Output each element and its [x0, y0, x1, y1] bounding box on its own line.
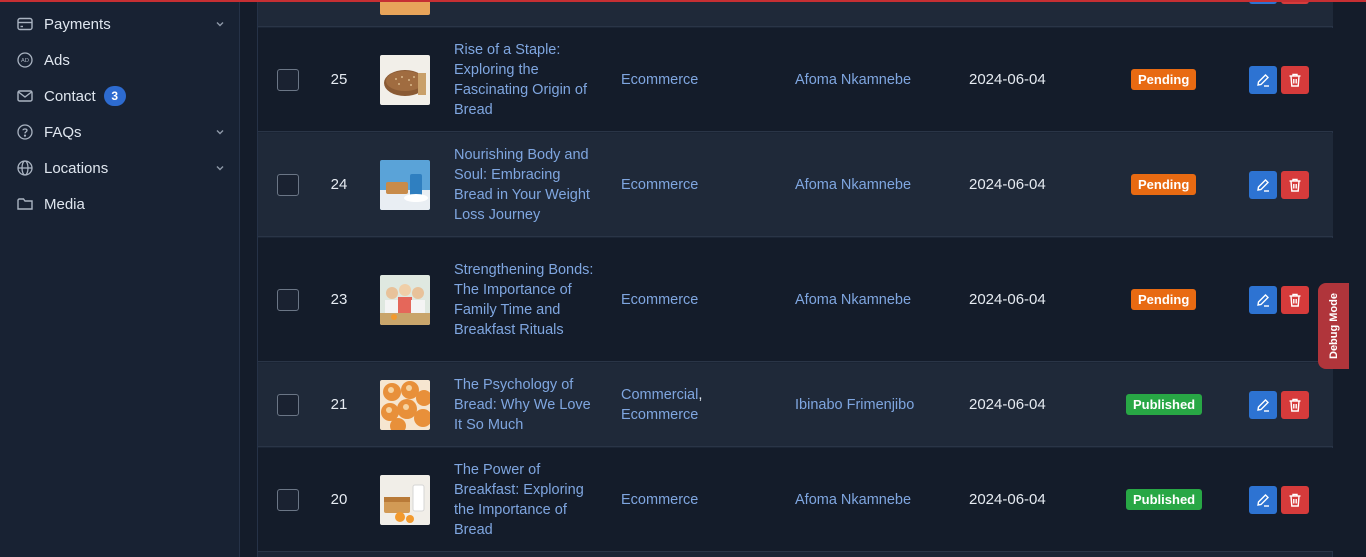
table-row: 24 Nourishing Body and Soul: Embracing B… — [258, 133, 1333, 237]
chevron-down-icon — [216, 166, 224, 171]
post-thumbnail — [380, 54, 430, 105]
pencil-icon — [1257, 73, 1269, 87]
mail-icon — [16, 87, 34, 105]
edit-button[interactable] — [1249, 285, 1277, 314]
status-badge: Published — [1126, 394, 1203, 415]
post-date: 2024-06-04 — [969, 491, 1046, 508]
edit-button[interactable] — [1249, 170, 1277, 199]
sidebar: Payments AD Ads Contact 3 FAQs Locations… — [0, 0, 240, 557]
author-link[interactable]: Afoma Nkamnebe — [795, 492, 911, 508]
table-row: 23 Strengthening Bonds: The Importance o… — [258, 238, 1333, 362]
post-title-link[interactable]: Strengthening Bonds: The Importance of F… — [454, 260, 599, 340]
question-circle-icon — [16, 123, 34, 141]
post-date: 2024-06-04 — [969, 291, 1046, 308]
sidebar-item-label: Contact — [44, 87, 96, 105]
sidebar-item-media[interactable]: Media — [16, 192, 226, 216]
category-link[interactable]: Ecommerce — [621, 72, 698, 88]
delete-button[interactable] — [1281, 285, 1309, 314]
sidebar-item-payments[interactable]: Payments — [16, 12, 226, 36]
post-id: 21 — [330, 396, 348, 413]
delete-button[interactable] — [1281, 65, 1309, 94]
edit-button[interactable] — [1249, 485, 1277, 514]
author-link[interactable]: Afoma Nkamnebe — [795, 292, 911, 308]
pencil-icon — [1257, 293, 1269, 307]
pencil-icon — [1257, 493, 1269, 507]
table-row: 25 Rise of a Staple: Exploring the Fasci… — [258, 28, 1333, 132]
post-id: 23 — [330, 291, 348, 308]
sidebar-item-label: FAQs — [44, 123, 82, 141]
sidebar-item-locations[interactable]: Locations — [16, 156, 226, 180]
folder-icon — [16, 195, 34, 213]
sidebar-item-label: Payments — [44, 15, 111, 33]
svg-text:AD: AD — [21, 58, 29, 64]
debug-mode-tab[interactable]: Debug Mode — [1318, 283, 1349, 369]
ad-badge-icon: AD — [16, 51, 34, 69]
delete-button[interactable] — [1281, 170, 1309, 199]
row-checkbox[interactable] — [277, 68, 299, 91]
post-thumbnail — [380, 474, 430, 525]
row-checkbox[interactable] — [277, 488, 299, 511]
edit-button[interactable] — [1249, 65, 1277, 94]
delete-button[interactable] — [1281, 390, 1309, 419]
main-content: 25 Rise of a Staple: Exploring the Fasci… — [240, 0, 1366, 557]
sidebar-item-label: Ads — [44, 51, 70, 69]
post-id: 25 — [330, 71, 348, 88]
author-link[interactable]: Afoma Nkamnebe — [795, 177, 911, 193]
sidebar-item-ads[interactable]: AD Ads — [16, 48, 226, 72]
post-id: 24 — [330, 176, 348, 193]
chevron-down-icon — [216, 22, 224, 27]
author-link[interactable]: Afoma Nkamnebe — [795, 72, 911, 88]
pencil-icon — [1257, 398, 1269, 412]
posts-table: 25 Rise of a Staple: Exploring the Fasci… — [257, 0, 1333, 557]
edit-button[interactable] — [1249, 390, 1277, 419]
sidebar-item-contact[interactable]: Contact 3 — [16, 84, 226, 108]
category-link[interactable]: Ecommerce — [621, 492, 698, 508]
category-link[interactable]: Commercial — [621, 387, 698, 403]
credit-card-icon — [16, 15, 34, 33]
post-date: 2024-06-04 — [969, 176, 1046, 193]
post-title-link[interactable]: Nourishing Body and Soul: Embracing Brea… — [454, 145, 599, 225]
delete-button[interactable] — [1281, 485, 1309, 514]
post-title-link[interactable]: The Psychology of Bread: Why We Love It … — [454, 375, 599, 435]
row-checkbox[interactable] — [277, 288, 299, 311]
post-thumbnail — [380, 0, 430, 15]
table-row: 21 The Psychology of Bread: Why We Love … — [258, 363, 1333, 447]
trash-icon — [1289, 493, 1301, 507]
trash-icon — [1289, 398, 1301, 412]
category-link[interactable]: Ecommerce — [621, 177, 698, 193]
post-thumbnail — [380, 274, 430, 325]
chevron-down-icon — [216, 130, 224, 135]
row-checkbox[interactable] — [277, 393, 299, 416]
trash-icon — [1289, 293, 1301, 307]
category-link[interactable]: Ecommerce — [621, 292, 698, 308]
pencil-icon — [1257, 178, 1269, 192]
sidebar-item-label: Media — [44, 195, 85, 213]
sidebar-item-label: Locations — [44, 159, 109, 177]
post-thumbnail — [380, 379, 430, 430]
post-thumbnail — [380, 159, 430, 210]
post-title-link[interactable]: Rise of a Staple: Exploring the Fascinat… — [454, 40, 599, 120]
table-row: 20 The Power of Breakfast: Exploring the… — [258, 448, 1333, 552]
post-title-link[interactable]: The Power of Breakfast: Exploring the Im… — [454, 460, 599, 540]
trash-icon — [1289, 73, 1301, 87]
status-badge: Pending — [1131, 289, 1197, 310]
contact-count-badge: 3 — [103, 86, 126, 106]
table-row-partial — [258, 0, 1333, 27]
trash-icon — [1289, 178, 1301, 192]
post-date: 2024-06-04 — [969, 71, 1046, 88]
globe-icon — [16, 159, 34, 177]
row-checkbox[interactable] — [277, 173, 299, 196]
category-link[interactable]: Ecommerce — [621, 407, 698, 423]
sidebar-item-faqs[interactable]: FAQs — [16, 120, 226, 144]
author-link[interactable]: Ibinabo Frimenjibo — [795, 397, 914, 413]
debug-mode-label: Debug Mode — [1327, 293, 1340, 359]
status-badge: Pending — [1131, 69, 1197, 90]
status-badge: Published — [1126, 489, 1203, 510]
top-accent-line — [0, 0, 1366, 2]
post-id: 20 — [330, 491, 348, 508]
post-date: 2024-06-04 — [969, 396, 1046, 413]
status-badge: Pending — [1131, 174, 1197, 195]
